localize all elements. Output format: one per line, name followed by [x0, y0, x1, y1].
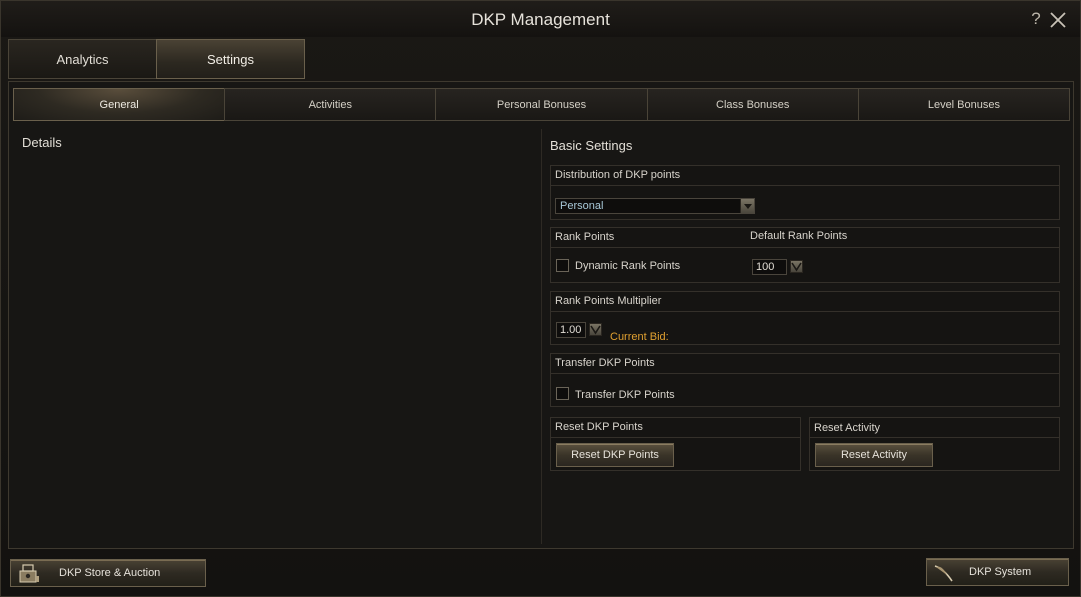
subtab-activities[interactable]: Activities	[224, 88, 437, 121]
subtab-personal-bonuses-label: Personal Bonuses	[496, 99, 587, 111]
dkp-management-window: DKP Management ? Analytics Settings Gene…	[0, 0, 1081, 597]
panel-divider	[541, 129, 542, 544]
subtab-general[interactable]: General	[13, 88, 226, 121]
transfer-dkp-checkbox[interactable]	[556, 387, 569, 400]
distribution-dropdown[interactable]: Personal	[555, 198, 755, 214]
multiplier-spinner[interactable]	[589, 323, 602, 336]
dynamic-rank-points-label: Dynamic Rank Points	[575, 260, 681, 272]
default-rank-points-label: Default Rank Points	[750, 230, 848, 242]
multiplier-input[interactable]: 1.00	[556, 322, 586, 338]
store-icon	[17, 562, 41, 584]
close-button[interactable]	[1048, 10, 1068, 30]
dropdown-arrow	[740, 199, 754, 213]
basic-settings-heading: Basic Settings	[550, 138, 633, 153]
dynamic-rank-points-checkbox[interactable]	[556, 259, 569, 272]
tab-analytics[interactable]: Analytics	[8, 39, 157, 79]
subtab-class-bonuses-label: Class Bonuses	[716, 99, 790, 111]
multiplier-label: Rank Points Multiplier	[551, 292, 1059, 312]
sub-tabs: General Activities Personal Bonuses Clas…	[13, 88, 1071, 121]
close-icon	[1050, 12, 1066, 28]
title-bar: DKP Management ?	[1, 1, 1080, 37]
window-title: DKP Management	[471, 10, 610, 29]
reset-dkp-label: Reset DKP Points	[551, 418, 800, 438]
details-panel: Details	[13, 129, 540, 544]
default-rank-points-spinner[interactable]	[790, 260, 803, 273]
dkp-store-auction-button[interactable]: DKP Store & Auction	[10, 559, 206, 587]
tab-settings[interactable]: Settings	[156, 39, 305, 79]
current-bid-overlay: Current Bid:	[610, 331, 669, 343]
question-icon: ?	[1031, 9, 1041, 28]
reset-activity-label: Reset Activity	[810, 418, 1059, 438]
chevron-down-icon	[744, 204, 752, 209]
dkp-store-auction-label: DKP Store & Auction	[59, 567, 161, 579]
details-heading: Details	[22, 135, 62, 150]
help-button[interactable]: ?	[1028, 9, 1044, 29]
dkp-system-button[interactable]: DKP System	[926, 558, 1069, 586]
distribution-label: Distribution of DKP points	[551, 166, 1059, 186]
subtab-activities-label: Activities	[308, 99, 352, 111]
subtab-level-bonuses[interactable]: Level Bonuses	[857, 88, 1071, 121]
subtab-level-bonuses-label: Level Bonuses	[927, 99, 1000, 111]
reset-activity-button[interactable]: Reset Activity	[815, 443, 933, 467]
chevron-down-icon	[590, 325, 601, 335]
subtab-class-bonuses[interactable]: Class Bonuses	[646, 88, 859, 121]
quill-icon	[932, 561, 956, 583]
subtab-general-label: General	[99, 99, 139, 111]
default-rank-points-input[interactable]: 100	[752, 259, 787, 275]
subtab-personal-bonuses[interactable]: Personal Bonuses	[435, 88, 648, 121]
transfer-label: Transfer DKP Points	[551, 354, 1059, 374]
transfer-dkp-checkbox-label: Transfer DKP Points	[575, 389, 675, 401]
rank-points-label: Rank Points	[555, 231, 615, 243]
tab-analytics-label: Analytics	[56, 52, 109, 67]
tab-settings-label: Settings	[207, 52, 254, 67]
chevron-down-icon	[791, 262, 802, 272]
distribution-selected: Personal	[560, 200, 604, 212]
reset-dkp-button[interactable]: Reset DKP Points	[556, 443, 674, 467]
dkp-system-label: DKP System	[969, 566, 1032, 578]
